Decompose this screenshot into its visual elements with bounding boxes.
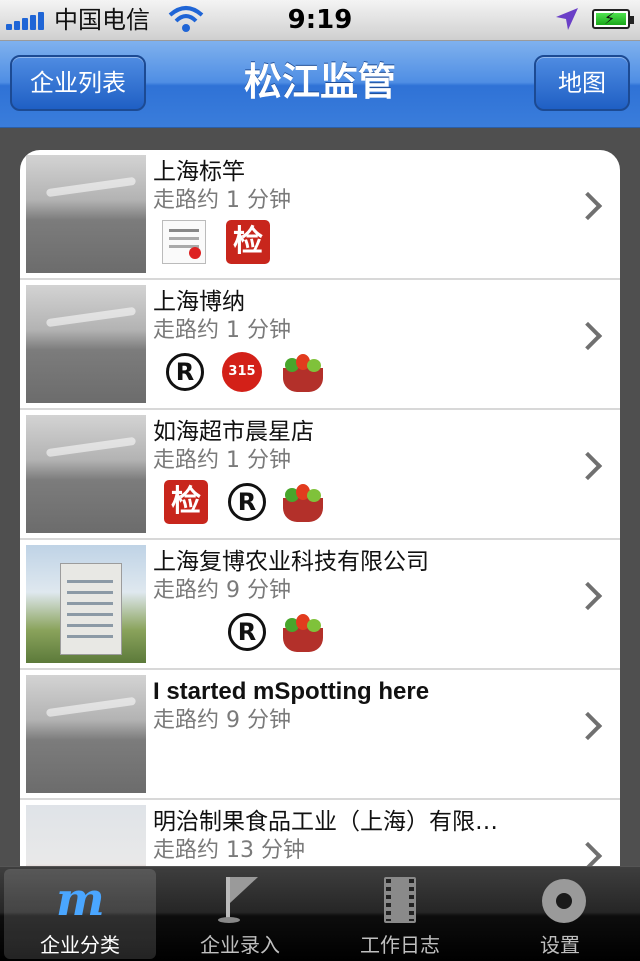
thumbnail-image — [26, 415, 146, 533]
chevron-right-icon — [573, 191, 603, 221]
tab-bar: m 企业分类 企业录入 工作日志 设置 — [0, 866, 640, 961]
company-name: 上海复博农业科技有限公司 — [153, 549, 429, 575]
gear-icon — [536, 875, 586, 923]
walking-distance: 走路约 1 分钟 — [153, 188, 291, 213]
tab-company-entry[interactable]: 企业录入 — [160, 869, 320, 959]
list-item[interactable]: I started mSpotting here 走路约 9 分钟 — [20, 670, 620, 800]
walking-distance: 走路约 1 分钟 — [153, 318, 291, 343]
list-item[interactable]: 如海超市晨星店 走路约 1 分钟 检 R — [20, 410, 620, 540]
tab-company-categories[interactable]: m 企业分类 — [4, 869, 156, 959]
vegetable-basket-icon — [280, 354, 326, 394]
315-icon: 315 — [222, 352, 262, 392]
registered-trademark-icon: R — [228, 483, 266, 521]
company-name: 上海标竿 — [153, 159, 245, 185]
page-title: 松江监管 — [243, 60, 396, 104]
thumbnail-image — [26, 545, 146, 663]
location-arrow-icon — [556, 8, 578, 30]
tab-label: 设置 — [540, 933, 580, 957]
certificate-icon — [162, 220, 206, 264]
vegetable-basket-icon — [280, 614, 326, 654]
status-time: 9:19 — [287, 5, 353, 35]
m-logo-icon: m — [56, 872, 105, 926]
walking-distance: 走路约 1 分钟 — [153, 448, 291, 473]
walking-distance: 走路约 9 分钟 — [153, 708, 291, 733]
tab-settings[interactable]: 设置 — [480, 869, 640, 959]
company-name: 如海超市晨星店 — [153, 419, 314, 445]
flag-icon — [216, 875, 264, 923]
company-list-button[interactable]: 企业列表 — [10, 55, 146, 111]
navigation-bar: 企业列表 松江监管 地图 — [0, 41, 640, 128]
tab-label: 工作日志 — [360, 933, 440, 957]
tab-label: 企业分类 — [40, 933, 120, 957]
company-name: I started mSpotting here — [153, 678, 430, 705]
inspection-jian-icon: 检 — [164, 480, 208, 524]
film-journal-icon — [376, 875, 424, 923]
chevron-right-icon — [573, 711, 603, 741]
tab-label: 企业录入 — [200, 933, 280, 957]
list-item[interactable]: 上海复博农业科技有限公司 走路约 9 分钟 R — [20, 540, 620, 670]
thumbnail-image — [26, 675, 146, 793]
walking-distance: 走路约 13 分钟 — [153, 838, 305, 863]
map-button[interactable]: 地图 — [534, 55, 630, 111]
chevron-right-icon — [573, 581, 603, 611]
list-item[interactable]: 上海标竿 走路约 1 分钟 检 — [20, 150, 620, 280]
thumbnail-image — [26, 285, 146, 403]
chevron-right-icon — [573, 321, 603, 351]
registered-trademark-icon: R — [166, 353, 204, 391]
registered-trademark-icon: R — [228, 613, 266, 651]
vegetable-basket-icon — [280, 484, 326, 524]
thumbnail-image — [26, 155, 146, 273]
tab-work-log[interactable]: 工作日志 — [320, 869, 480, 959]
list-item[interactable]: 上海博纳 走路约 1 分钟 R 315 — [20, 280, 620, 410]
walking-distance: 走路约 9 分钟 — [153, 578, 291, 603]
company-name: 明治制果食品工业（上海）有限… — [153, 809, 498, 835]
chevron-right-icon — [573, 451, 603, 481]
battery-charging-icon: ⚡ — [592, 9, 634, 29]
inspection-jian-icon: 检 — [226, 220, 270, 264]
status-bar: 中国电信 9:19 ⚡ — [0, 0, 640, 41]
company-name: 上海博纳 — [153, 289, 245, 315]
company-list: 上海标竿 走路约 1 分钟 检 上海博纳 走路约 1 分钟 R 315 如海超市… — [20, 150, 620, 890]
